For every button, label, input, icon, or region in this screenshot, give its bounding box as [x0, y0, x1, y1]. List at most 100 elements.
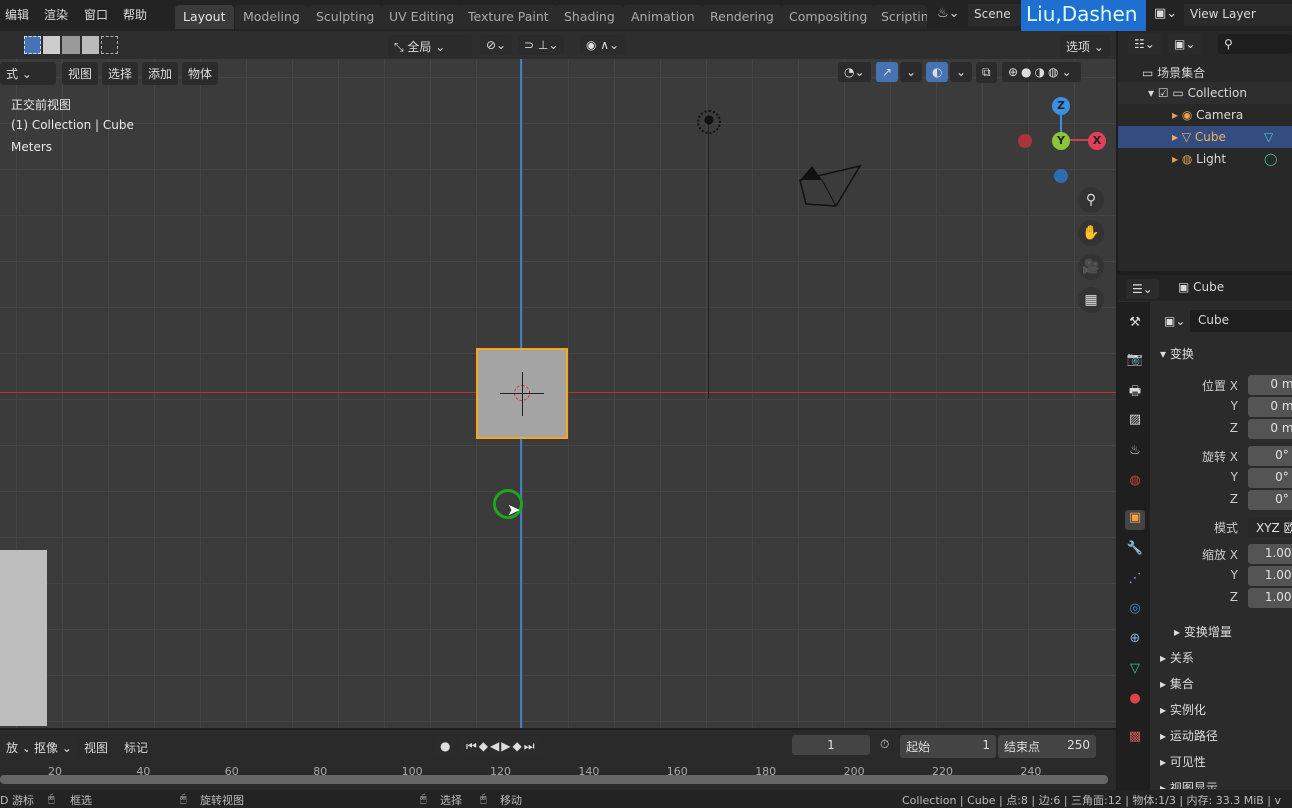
scene-icon[interactable]: ♨⌄ [937, 6, 960, 21]
overlay-dropdown-icon[interactable]: ⌄ [950, 62, 973, 82]
select-mode-buttons[interactable] [24, 36, 118, 54]
outliner-display-icon[interactable]: ☷⌄ [1128, 34, 1161, 54]
outliner-collection[interactable]: ▾ ☑ ▭ Collection [1118, 82, 1292, 104]
tab-scripting[interactable]: Scripting [873, 5, 927, 29]
collections-section[interactable]: ▸ 集合 [1160, 675, 1194, 692]
tool-tab-icon[interactable]: ⚒ [1125, 315, 1145, 335]
world-tab-icon[interactable]: ◍ [1125, 473, 1145, 493]
preview-range-icon[interactable]: ⏱ [880, 737, 889, 752]
tab-compositing[interactable]: Compositing [781, 5, 876, 29]
gizmo-neg-z[interactable] [1054, 169, 1068, 183]
menu-view[interactable]: 视图 [62, 62, 99, 85]
gizmo-toggle-icon[interactable]: ↗ [876, 62, 899, 82]
rotation-mode-dropdown[interactable]: XYZ 欧 [1248, 517, 1292, 537]
snap-icon[interactable]: ⊃ ⊥⌄ [518, 35, 565, 55]
tab-texture-paint[interactable]: Texture Paint [460, 5, 557, 29]
material-tab-icon[interactable]: ● [1125, 691, 1145, 711]
instancing-section[interactable]: ▸ 实例化 [1160, 701, 1206, 718]
gizmo-dropdown-icon[interactable]: ⌄ [900, 62, 923, 82]
rotation-z-field[interactable]: 0° [1248, 490, 1292, 510]
gizmo-y[interactable]: Y [1052, 132, 1070, 150]
outliner-filter-icon[interactable]: ▣⌄ [1168, 34, 1202, 54]
visibility-icon[interactable]: ◔⌄ [838, 62, 871, 82]
view-layer-icon[interactable]: ▣⌄ [1154, 6, 1177, 21]
menu-add[interactable]: 添加 [142, 62, 179, 85]
timeline-menu-view[interactable]: 视图 [84, 739, 108, 756]
menu-object[interactable]: 物体 [182, 62, 219, 85]
keying-dropdown[interactable]: 抠像 ⌄ [28, 736, 78, 759]
options-dropdown[interactable]: 选项 ⌄ [1060, 35, 1110, 58]
outliner-scene-collection[interactable]: ▭ 场景集合 [1118, 60, 1292, 82]
light-icon[interactable]: ● [697, 110, 721, 134]
proportional-edit-icon[interactable]: ◉ ∧⌄ [580, 35, 626, 55]
data-tab-icon[interactable]: ▽ [1125, 661, 1145, 681]
object-tab-icon[interactable]: ▣ [1125, 510, 1145, 530]
view-layer-selector[interactable]: View Layer [1184, 4, 1292, 26]
timeline-menu-marker[interactable]: 标记 [124, 739, 148, 756]
outliner-cube[interactable]: ▸ ▽ Cube ▽ [1118, 126, 1292, 148]
location-z-field[interactable]: 0 m [1248, 419, 1292, 439]
overlay-toggle-icon[interactable]: ◐ [926, 62, 949, 82]
rotation-x-field[interactable]: 0° [1248, 446, 1292, 466]
scene-selector[interactable]: Scene [968, 4, 1024, 26]
modifier-tab-icon[interactable]: 🔧 [1125, 541, 1145, 561]
rotation-y-field[interactable]: 0° [1248, 468, 1292, 488]
cube-object[interactable] [476, 348, 568, 439]
xray-icon[interactable]: ⧉ [976, 62, 997, 83]
menu-edit[interactable]: 编辑 [5, 6, 29, 23]
ortho-grid-icon[interactable]: ▦ [1078, 287, 1104, 313]
scale-x-field[interactable]: 1.000 [1248, 544, 1292, 564]
record-button[interactable]: ● [434, 736, 457, 756]
playback-controls[interactable]: ⏮◆◀▶◆⏭ [460, 736, 543, 757]
menu-select[interactable]: 选择 [102, 62, 139, 85]
menu-help[interactable]: 帮助 [123, 6, 147, 23]
tab-uv-editing[interactable]: UV Editing [381, 5, 463, 29]
tab-shading[interactable]: Shading [556, 5, 623, 29]
editor-type-icon[interactable]: ☰⌄ [1126, 279, 1159, 299]
visibility-section[interactable]: ▸ 可见性 [1160, 753, 1206, 770]
end-frame-field[interactable]: 结束点 250 [998, 735, 1096, 758]
view-layer-tab-icon[interactable]: ▨ [1125, 412, 1145, 432]
gizmo-z[interactable]: Z [1052, 97, 1070, 115]
scale-z-field[interactable]: 1.000 [1248, 588, 1292, 608]
tab-animation[interactable]: Animation [623, 5, 703, 29]
shading-mode-icons[interactable]: ⊕●◑◍⌄ [1002, 62, 1081, 82]
menu-render[interactable]: 渲染 [44, 6, 68, 23]
output-tab-icon[interactable]: 🖶 [1125, 382, 1145, 402]
outliner-light[interactable]: ▸ ◍ Light ◯ [1118, 148, 1292, 170]
constraints-tab-icon[interactable]: ⊕ [1125, 631, 1145, 651]
particles-tab-icon[interactable]: ⋰ [1125, 571, 1145, 591]
motion-paths-section[interactable]: ▸ 运动路径 [1160, 727, 1218, 744]
delta-transform-section[interactable]: ▸ 变换增量 [1174, 623, 1232, 640]
physics-tab-icon[interactable]: ◎ [1125, 601, 1145, 621]
viewport-display-section[interactable]: ▸ 视图显示 [1160, 779, 1218, 789]
tab-rendering[interactable]: Rendering [702, 5, 782, 29]
tab-layout[interactable]: Layout [175, 5, 234, 29]
camera-view-icon[interactable]: 🎥 [1078, 254, 1104, 280]
scene-tab-icon[interactable]: ♨ [1125, 443, 1145, 463]
outliner-camera[interactable]: ▸ ◉ Camera [1118, 104, 1292, 126]
zoom-icon[interactable]: ⚲ [1078, 187, 1104, 213]
camera-object[interactable] [796, 162, 862, 208]
gizmo-neg-x[interactable] [1018, 134, 1032, 148]
object-type-icon[interactable]: ▣⌄ [1158, 311, 1192, 331]
current-frame-field[interactable]: 1 [792, 735, 870, 755]
menu-window[interactable]: 窗口 [84, 6, 108, 23]
tab-modeling[interactable]: Modeling [235, 5, 308, 29]
tab-sculpting[interactable]: Sculpting [308, 5, 383, 29]
relations-section[interactable]: ▸ 关系 [1160, 649, 1194, 666]
mode-dropdown[interactable]: 式 ⌄ [0, 62, 56, 85]
timeline-scrollbar[interactable] [0, 775, 1108, 784]
transform-orientation-dropdown[interactable]: ⤡ 全局 ⌄ [388, 35, 472, 58]
texture-tab-icon[interactable]: ▩ [1125, 729, 1145, 749]
object-name-field[interactable]: Cube [1190, 310, 1292, 332]
location-x-field[interactable]: 0 m [1248, 375, 1292, 395]
pivot-icon[interactable]: ⊘⌄ [480, 35, 513, 55]
outliner-search-input[interactable]: ⚲ [1218, 34, 1292, 54]
pan-hand-icon[interactable]: ✋ [1078, 220, 1104, 246]
scale-y-field[interactable]: 1.000 [1248, 566, 1292, 586]
start-frame-field[interactable]: 起始 1 [900, 735, 996, 758]
gizmo-x[interactable]: X [1088, 132, 1106, 150]
render-tab-icon[interactable]: 📷 [1125, 352, 1145, 372]
transform-section[interactable]: ▾ 变换 [1160, 345, 1194, 362]
